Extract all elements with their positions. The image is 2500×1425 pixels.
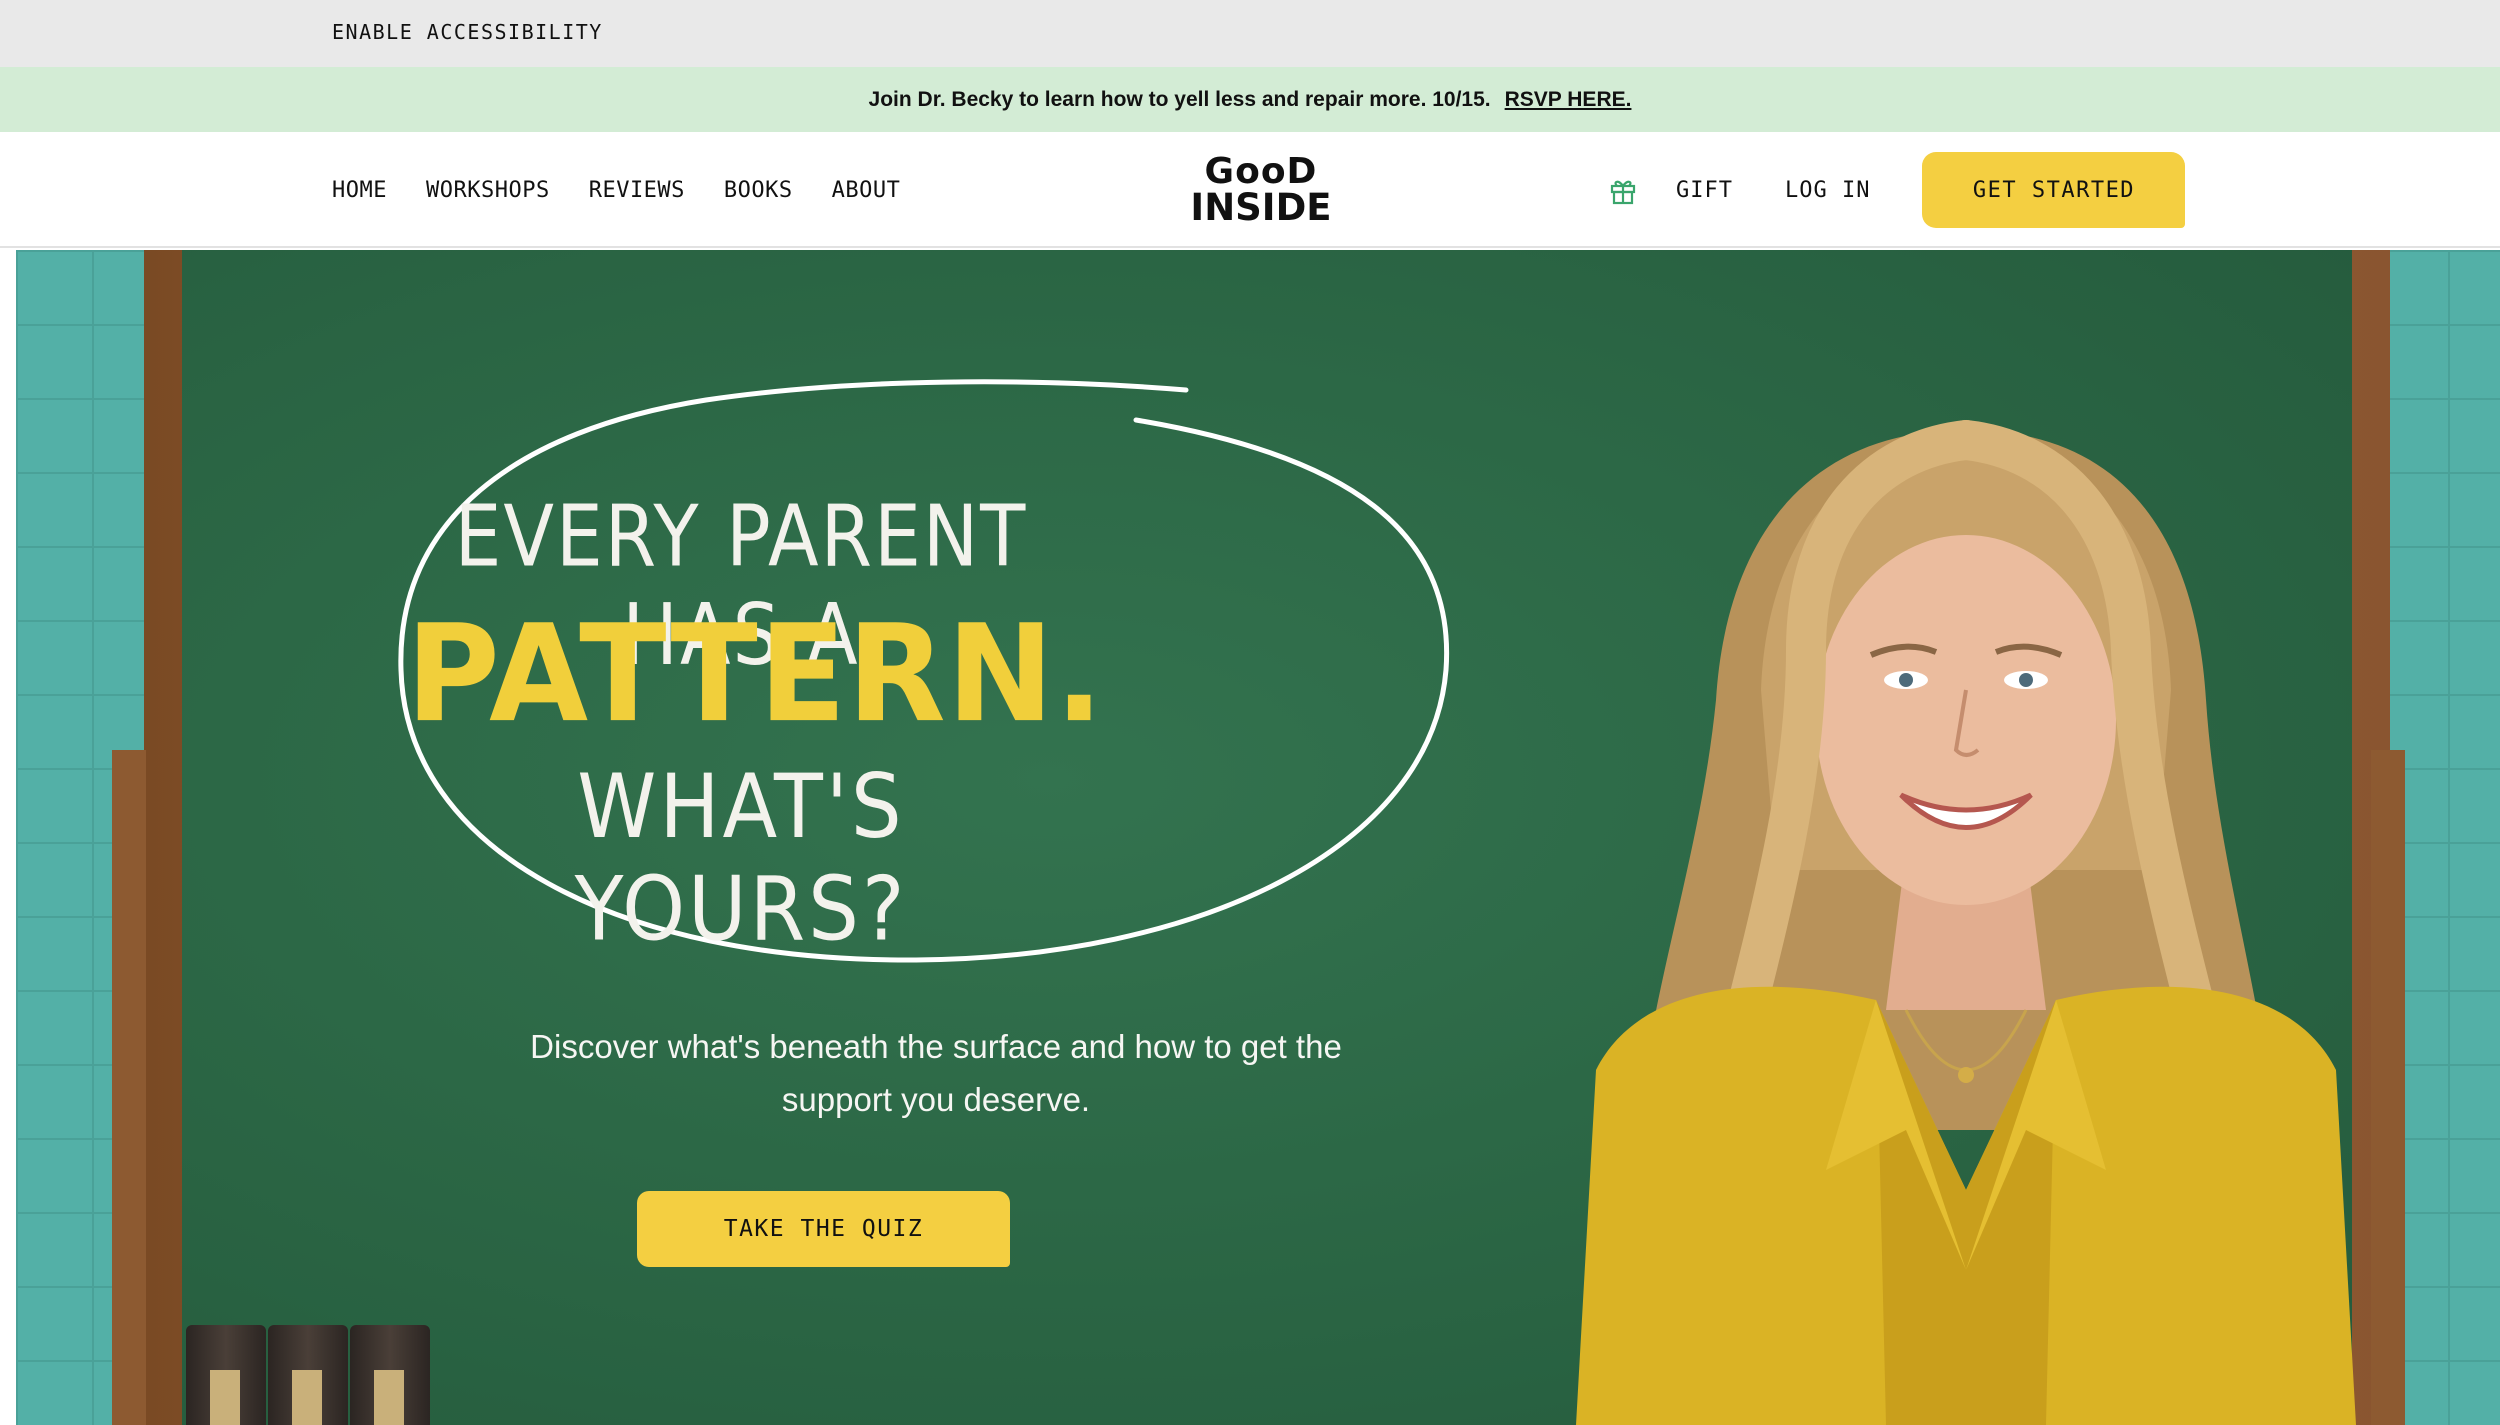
good-inside-logo[interactable]: GooD INSIDE [1190, 151, 1332, 229]
hero-subtext: Discover what's beneath the surface and … [530, 1028, 1342, 1118]
book-spine-label [210, 1370, 240, 1425]
frame-left-post [112, 750, 146, 1425]
gift-icon[interactable] [1608, 175, 1638, 205]
announcement-banner: Join Dr. Becky to learn how to yell less… [0, 67, 2500, 132]
header-actions: GIFT LOG IN GET STARTED [1608, 132, 2186, 248]
headline-line-2: PATTERN. [406, 596, 1105, 753]
nav-item-home[interactable]: HOME [332, 178, 387, 203]
nav-item-workshops[interactable]: WORKSHOPS [426, 178, 550, 203]
books-on-shelf [166, 1325, 486, 1425]
nav-item-about[interactable]: ABOUT [832, 178, 901, 203]
nav-item-reviews[interactable]: REVIEWS [589, 178, 685, 203]
get-started-button[interactable]: GET STARTED [1922, 152, 2186, 228]
gift-link[interactable]: GIFT [1676, 178, 1733, 203]
headline-line-3: WHAT'S YOURS? [574, 755, 908, 961]
site-header: HOME WORKSHOPS REVIEWS BOOKS ABOUT GooD … [0, 132, 2500, 248]
hero-section: EVERY PARENT HAS A PATTERN. WHAT'S YOURS… [16, 250, 2500, 1425]
rsvp-link[interactable]: RSVP HERE. [1505, 88, 1632, 112]
frame-right-post [2371, 750, 2405, 1425]
login-link[interactable]: LOG IN [1785, 178, 1870, 203]
nav-item-books[interactable]: BOOKS [724, 178, 793, 203]
take-the-quiz-button[interactable]: TAKE THE QUIZ [637, 1191, 1010, 1267]
book-spine-label [292, 1370, 322, 1425]
logo-line-1: GooD [1204, 151, 1318, 192]
logo-line-2: INSIDE [1190, 186, 1332, 229]
accessibility-bar: ENABLE ACCESSIBILITY [0, 0, 2500, 67]
book-spine [350, 1325, 430, 1425]
main-nav: HOME WORKSHOPS REVIEWS BOOKS ABOUT [332, 132, 900, 248]
book-spine [186, 1325, 266, 1425]
book-spine-label [374, 1370, 404, 1425]
enable-accessibility-link[interactable]: ENABLE ACCESSIBILITY [332, 20, 603, 44]
dr-becky-portrait [1576, 420, 2356, 1425]
announcement-text: Join Dr. Becky to learn how to yell less… [868, 87, 1491, 111]
book-spine [268, 1325, 348, 1425]
